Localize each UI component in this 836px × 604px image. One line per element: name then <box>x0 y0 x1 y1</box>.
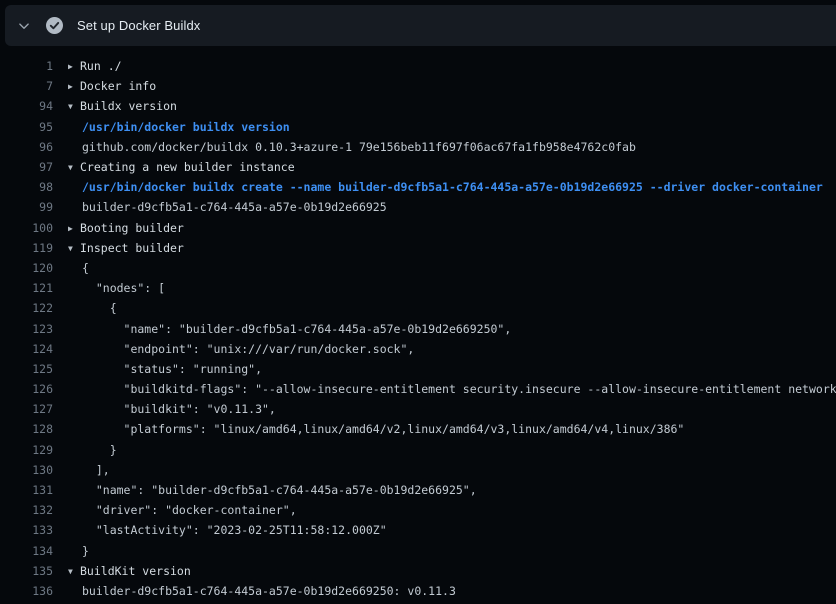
group-title: Buildx version <box>80 99 177 113</box>
log-viewer: 1▶Run ./7▶Docker info94▼Buildx version95… <box>0 46 836 604</box>
line-number[interactable]: 95 <box>0 120 53 134</box>
group-title: Booting builder <box>80 221 184 235</box>
log-text: { <box>53 261 89 275</box>
line-number[interactable]: 129 <box>0 443 53 457</box>
line-number[interactable]: 133 <box>0 523 53 537</box>
line-number[interactable]: 127 <box>0 402 53 416</box>
line-number[interactable]: 134 <box>0 544 53 558</box>
step-title: Set up Docker Buildx <box>77 18 200 33</box>
log-text: "lastActivity": "2023-02-25T11:58:12.000… <box>53 523 387 537</box>
triangle-down-icon[interactable]: ▼ <box>68 567 80 576</box>
log-lines: 1▶Run ./7▶Docker info94▼Buildx version95… <box>0 56 836 601</box>
log-text: "nodes": [ <box>53 281 165 295</box>
line-number[interactable]: 121 <box>0 281 53 295</box>
triangle-down-icon[interactable]: ▼ <box>68 244 80 253</box>
log-text: "buildkit": "v0.11.3", <box>53 402 276 416</box>
triangle-right-icon[interactable]: ▶ <box>68 224 80 233</box>
line-number[interactable]: 94 <box>0 99 53 113</box>
log-text: "name": "builder-d9cfb5a1-c764-445a-a57e… <box>53 483 477 497</box>
line-number[interactable]: 96 <box>0 140 53 154</box>
log-text: builder-d9cfb5a1-c764-445a-a57e-0b19d2e6… <box>53 584 456 598</box>
log-line[interactable]: 7 ▶Docker info <box>0 76 836 96</box>
chevron-down-icon[interactable] <box>9 20 39 32</box>
log-text: { <box>53 301 117 315</box>
line-number[interactable]: 98 <box>0 180 53 194</box>
log-line: 123 "name": "builder-d9cfb5a1-c764-445a-… <box>0 318 836 338</box>
log-line: 98/usr/bin/docker buildx create --name b… <box>0 177 836 197</box>
log-line: 132 "driver": "docker-container", <box>0 500 836 520</box>
log-line[interactable]: 119 ▼Inspect builder <box>0 238 836 258</box>
log-text: "name": "builder-d9cfb5a1-c764-445a-a57e… <box>53 322 511 336</box>
command-text: /usr/bin/docker buildx create --name bui… <box>53 180 823 194</box>
log-line: 121 "nodes": [ <box>0 278 836 298</box>
log-line: 124 "endpoint": "unix:///var/run/docker.… <box>0 339 836 359</box>
triangle-right-icon[interactable]: ▶ <box>68 62 80 71</box>
line-number[interactable]: 100 <box>0 221 53 235</box>
line-number[interactable]: 126 <box>0 382 53 396</box>
log-line: 96github.com/docker/buildx 0.10.3+azure-… <box>0 137 836 157</box>
log-text: builder-d9cfb5a1-c764-445a-a57e-0b19d2e6… <box>53 200 387 214</box>
log-line: 131 "name": "builder-d9cfb5a1-c764-445a-… <box>0 480 836 500</box>
log-line: 129 } <box>0 440 836 460</box>
log-line: 130 ], <box>0 460 836 480</box>
log-line: 127 "buildkit": "v0.11.3", <box>0 399 836 419</box>
log-line: 133 "lastActivity": "2023-02-25T11:58:12… <box>0 520 836 540</box>
check-circle-icon <box>39 17 69 34</box>
line-number[interactable]: 135 <box>0 564 53 578</box>
group-title: Run ./ <box>80 59 122 73</box>
line-number[interactable]: 123 <box>0 322 53 336</box>
log-text: "driver": "docker-container", <box>53 503 297 517</box>
log-line: 134} <box>0 541 836 561</box>
line-number[interactable]: 122 <box>0 301 53 315</box>
line-number[interactable]: 120 <box>0 261 53 275</box>
log-line[interactable]: 97 ▼Creating a new builder instance <box>0 157 836 177</box>
log-text: } <box>53 544 89 558</box>
log-line: 125 "status": "running", <box>0 359 836 379</box>
log-text: "platforms": "linux/amd64,linux/amd64/v2… <box>53 422 684 436</box>
line-number[interactable]: 99 <box>0 200 53 214</box>
log-text: "status": "running", <box>53 362 262 376</box>
line-number[interactable]: 125 <box>0 362 53 376</box>
log-text: github.com/docker/buildx 0.10.3+azure-1 … <box>53 140 636 154</box>
command-text: /usr/bin/docker buildx version <box>53 120 290 134</box>
group-title: Creating a new builder instance <box>80 160 295 174</box>
log-line: 99builder-d9cfb5a1-c764-445a-a57e-0b19d2… <box>0 197 836 217</box>
line-number[interactable]: 128 <box>0 422 53 436</box>
log-line[interactable]: 1 ▶Run ./ <box>0 56 836 76</box>
line-number[interactable]: 131 <box>0 483 53 497</box>
line-number[interactable]: 1 <box>0 59 53 73</box>
triangle-down-icon[interactable]: ▼ <box>68 102 80 111</box>
log-text: ], <box>53 463 110 477</box>
line-number[interactable]: 132 <box>0 503 53 517</box>
log-line: 122 { <box>0 298 836 318</box>
line-number[interactable]: 7 <box>0 79 53 93</box>
log-line[interactable]: 135 ▼BuildKit version <box>0 561 836 581</box>
line-number[interactable]: 119 <box>0 241 53 255</box>
line-number[interactable]: 124 <box>0 342 53 356</box>
line-number[interactable]: 136 <box>0 584 53 598</box>
step-header[interactable]: Set up Docker Buildx <box>5 5 836 46</box>
log-line[interactable]: 94 ▼Buildx version <box>0 96 836 116</box>
log-line: 95/usr/bin/docker buildx version <box>0 117 836 137</box>
log-line: 128 "platforms": "linux/amd64,linux/amd6… <box>0 419 836 439</box>
log-text: "buildkitd-flags": "--allow-insecure-ent… <box>53 382 836 396</box>
log-line: 136builder-d9cfb5a1-c764-445a-a57e-0b19d… <box>0 581 836 601</box>
line-number[interactable]: 130 <box>0 463 53 477</box>
log-line: 126 "buildkitd-flags": "--allow-insecure… <box>0 379 836 399</box>
group-title: Docker info <box>80 79 156 93</box>
group-title: BuildKit version <box>80 564 191 578</box>
group-title: Inspect builder <box>80 241 184 255</box>
triangle-right-icon[interactable]: ▶ <box>68 82 80 91</box>
log-text: } <box>53 443 117 457</box>
log-text: "endpoint": "unix:///var/run/docker.sock… <box>53 342 414 356</box>
line-number[interactable]: 97 <box>0 160 53 174</box>
log-line: 120{ <box>0 258 836 278</box>
log-line[interactable]: 100 ▶Booting builder <box>0 218 836 238</box>
triangle-down-icon[interactable]: ▼ <box>68 163 80 172</box>
